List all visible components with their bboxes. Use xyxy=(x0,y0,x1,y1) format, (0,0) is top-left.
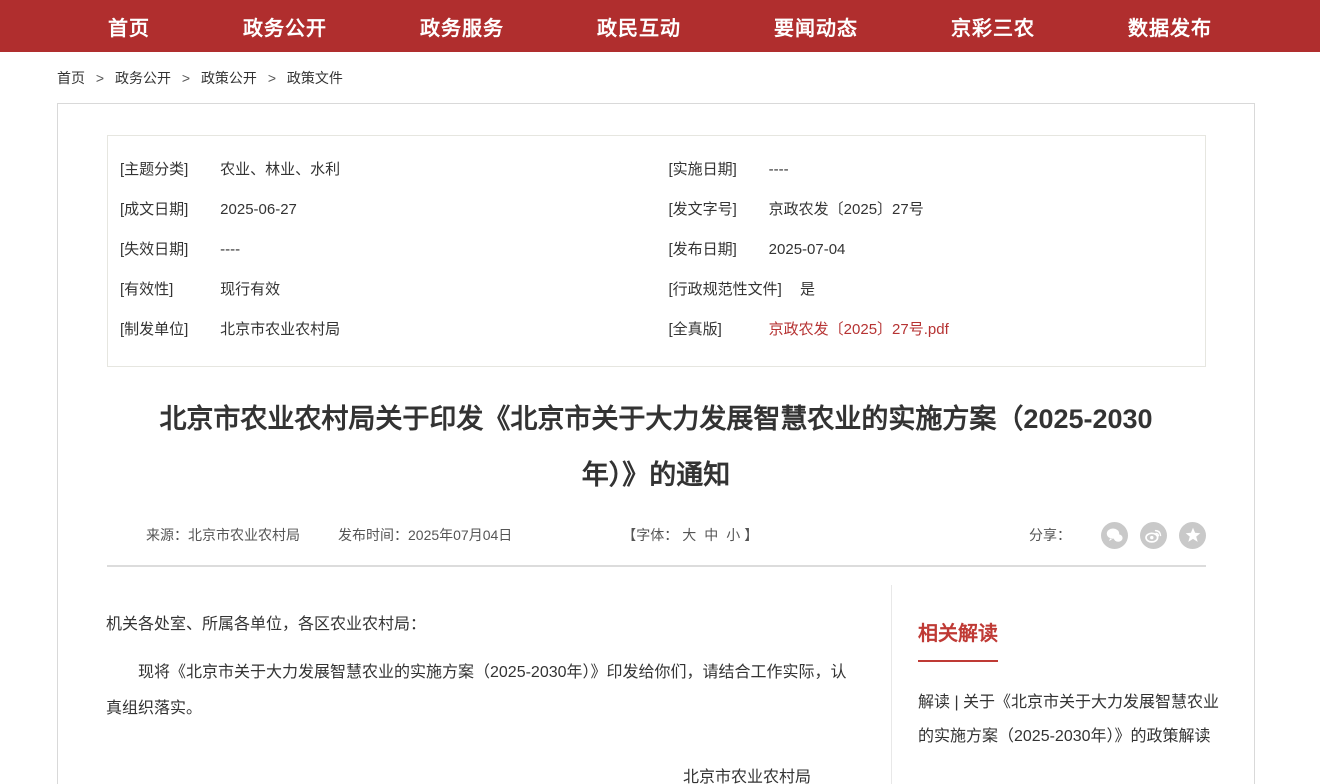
qzone-star-icon xyxy=(1185,527,1201,543)
meta-row-full-version: [全真版] 京政农发〔2025〕27号.pdf xyxy=(657,310,1206,350)
breadcrumb-item-home[interactable]: 首页 xyxy=(57,70,85,86)
source-label: 来源： xyxy=(146,527,188,543)
meta-label: [行政规范性文件] xyxy=(669,270,782,310)
publish-value: 2025年07月04日 xyxy=(408,527,512,543)
meta-value: 是 xyxy=(800,281,815,298)
meta-row-issuing-unit: [制发单位] 北京市农业农村局 xyxy=(108,310,657,350)
nav-item-gov-services[interactable]: 政务服务 xyxy=(420,12,504,41)
meta-value: ---- xyxy=(220,241,240,258)
meta-label: [主题分类] xyxy=(120,150,202,190)
article-paragraph: 现将《北京市关于大力发展智慧农业的实施方案（2025-2030年）》印发给你们，… xyxy=(106,655,851,727)
breadcrumb: 首页 > 政务公开 > 政策公开 > 政策文件 xyxy=(57,68,1320,88)
share-group: 分享： xyxy=(1029,522,1206,549)
meta-column-left: [主题分类] 农业、林业、水利 [成文日期] 2025-06-27 [失效日期]… xyxy=(108,150,657,350)
meta-label: [制发单位] xyxy=(120,310,202,350)
meta-value: ---- xyxy=(769,161,789,178)
meta-value: 北京市农业农村局 xyxy=(220,321,340,338)
meta-row-implementation-date: [实施日期] ---- xyxy=(657,150,1206,190)
meta-label: [发布日期] xyxy=(669,230,751,270)
sidebar-title: 相关解读 xyxy=(918,617,998,662)
article-publish-time: 发布时间：2025年07月04日 xyxy=(338,525,512,545)
breadcrumb-separator: > xyxy=(182,70,190,86)
font-control-suffix: 】 xyxy=(744,527,758,543)
nav-item-news[interactable]: 要闻动态 xyxy=(774,12,858,41)
meta-row-topic-category: [主题分类] 农业、林业、水利 xyxy=(108,150,657,190)
breadcrumb-separator: > xyxy=(96,70,104,86)
weibo-icon xyxy=(1145,528,1162,543)
font-control-prefix: 【字体： xyxy=(622,527,678,543)
meta-value: 京政农发〔2025〕27号 xyxy=(769,201,924,218)
document-meta-box: [主题分类] 农业、林业、水利 [成文日期] 2025-06-27 [失效日期]… xyxy=(107,135,1206,367)
meta-value: 农业、林业、水利 xyxy=(220,161,340,178)
meta-value: 2025-06-27 xyxy=(220,201,297,218)
font-size-small-button[interactable]: 小 xyxy=(726,527,740,543)
nav-item-gov-affairs[interactable]: 政务公开 xyxy=(243,12,327,41)
breadcrumb-item-policy-disclosure[interactable]: 政策公开 xyxy=(201,70,257,86)
meta-row-written-date: [成文日期] 2025-06-27 xyxy=(108,190,657,230)
meta-row-regulatory-document: [行政规范性文件] 是 xyxy=(657,270,1206,310)
breadcrumb-separator: > xyxy=(268,70,276,86)
meta-column-right: [实施日期] ---- [发文字号] 京政农发〔2025〕27号 [发布日期] … xyxy=(657,150,1206,350)
meta-label: [成文日期] xyxy=(120,190,202,230)
article-signature: 北京市农业农村局 xyxy=(106,763,851,784)
article-body: 机关各处室、所属各单位，各区农业农村局： 现将《北京市关于大力发展智慧农业的实施… xyxy=(58,567,891,784)
meta-row-document-number: [发文字号] 京政农发〔2025〕27号 xyxy=(657,190,1206,230)
breadcrumb-item-policy-documents: 政策文件 xyxy=(287,70,343,86)
nav-item-data-release[interactable]: 数据发布 xyxy=(1128,12,1212,41)
share-label: 分享： xyxy=(1029,525,1071,545)
publish-label: 发布时间： xyxy=(338,527,408,543)
weibo-share-icon[interactable] xyxy=(1140,522,1167,549)
meta-row-publish-date: [发布日期] 2025-07-04 xyxy=(657,230,1206,270)
content-box: [主题分类] 农业、林业、水利 [成文日期] 2025-06-27 [失效日期]… xyxy=(57,103,1255,784)
font-size-medium-button[interactable]: 中 xyxy=(704,527,718,543)
nav-item-jingcai-sannong[interactable]: 京彩三农 xyxy=(951,12,1035,41)
meta-label: [实施日期] xyxy=(669,150,751,190)
related-interpretation-link[interactable]: 解读 | 关于《北京市关于大力发展智慧农业的实施方案（2025-2030年）》的… xyxy=(918,686,1224,754)
article-meta-row: 来源：北京市农业农村局 发布时间：2025年07月04日 【字体：大中小】 分享… xyxy=(146,519,1206,551)
meta-label: [全真版] xyxy=(669,310,751,350)
top-navbar: 首页 政务公开 政务服务 政民互动 要闻动态 京彩三农 数据发布 xyxy=(0,0,1320,52)
meta-label: [有效性] xyxy=(120,270,202,310)
nav-item-home[interactable]: 首页 xyxy=(108,12,150,41)
breadcrumb-item-gov-affairs[interactable]: 政务公开 xyxy=(115,70,171,86)
font-size-control: 【字体：大中小】 xyxy=(622,525,758,545)
page-title: 北京市农业农村局关于印发《北京市关于大力发展智慧农业的实施方案（2025-203… xyxy=(158,391,1154,503)
qzone-share-icon[interactable] xyxy=(1179,522,1206,549)
pdf-link[interactable]: 京政农发〔2025〕27号.pdf xyxy=(769,321,949,338)
meta-value: 2025-07-04 xyxy=(769,241,846,258)
meta-row-expiry-date: [失效日期] ---- xyxy=(108,230,657,270)
article-source: 来源：北京市农业农村局 xyxy=(146,525,300,545)
wechat-icon xyxy=(1106,528,1123,543)
meta-label: [失效日期] xyxy=(120,230,202,270)
meta-value: 现行有效 xyxy=(220,281,280,298)
main-row: 机关各处室、所属各单位，各区农业农村局： 现将《北京市关于大力发展智慧农业的实施… xyxy=(58,567,1254,784)
source-value: 北京市农业农村局 xyxy=(188,527,300,543)
meta-label: [发文字号] xyxy=(669,190,751,230)
wechat-share-icon[interactable] xyxy=(1101,522,1128,549)
nav-item-public-interaction[interactable]: 政民互动 xyxy=(597,12,681,41)
article-salutation: 机关各处室、所属各单位，各区农业农村局： xyxy=(106,609,851,641)
related-interpretation-sidebar: 相关解读 解读 | 关于《北京市关于大力发展智慧农业的实施方案（2025-203… xyxy=(891,585,1254,784)
meta-row-validity: [有效性] 现行有效 xyxy=(108,270,657,310)
font-size-large-button[interactable]: 大 xyxy=(682,527,696,543)
